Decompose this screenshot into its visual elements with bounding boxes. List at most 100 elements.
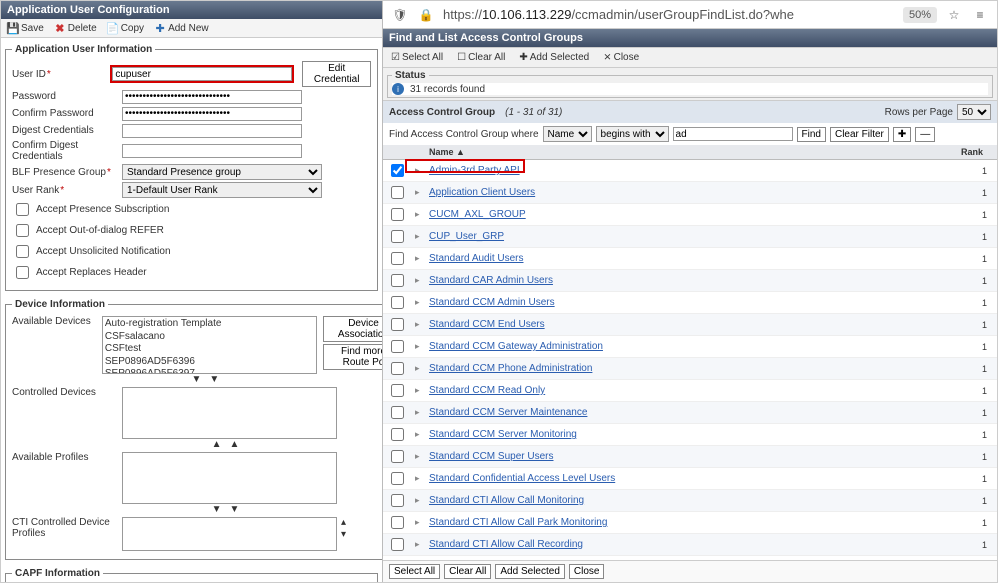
cti-profiles-list[interactable] <box>122 517 337 551</box>
row-checkbox[interactable] <box>391 252 404 265</box>
available-device-item[interactable]: Auto-registration Template <box>105 318 314 331</box>
group-link[interactable]: Standard CCM Read Only <box>429 385 545 396</box>
table-row[interactable]: ▸Standard CCM Super Users1 <box>383 446 997 468</box>
close-button[interactable]: ⨯ Close <box>601 51 641 64</box>
row-checkbox[interactable] <box>391 428 404 441</box>
addselected-button[interactable]: ✚ Add Selected <box>517 51 591 64</box>
table-row[interactable]: ▸Standard CCM Admin Users1 <box>383 292 997 314</box>
table-row[interactable]: ▸Standard CTI Allow Call Monitoring1 <box>383 490 997 512</box>
bookmark-star-icon[interactable]: ☆ <box>945 6 963 24</box>
group-link[interactable]: Standard Audit Users <box>429 253 524 264</box>
edit-credential-button[interactable]: Edit Credential <box>302 61 371 87</box>
table-row[interactable]: ▸Standard CCM Gateway Administration1 <box>383 336 997 358</box>
zoom-badge[interactable]: 50% <box>903 7 937 23</box>
expand-icon[interactable]: ▸ <box>411 160 425 182</box>
row-checkbox[interactable] <box>391 296 404 309</box>
expand-icon[interactable]: ▸ <box>411 468 425 490</box>
row-checkbox[interactable] <box>391 472 404 485</box>
group-link[interactable]: CUCM_AXL_GROUP <box>429 209 526 220</box>
expand-icon[interactable]: ▸ <box>411 358 425 380</box>
find-button[interactable]: Find <box>797 127 826 142</box>
table-row[interactable]: ▸Standard CCM Phone Administration1 <box>383 358 997 380</box>
group-link[interactable]: Application Client Users <box>429 187 535 198</box>
shield-icon[interactable]: 🛡 <box>391 6 409 24</box>
clear-filter-button[interactable]: Clear Filter <box>830 127 889 142</box>
row-checkbox[interactable] <box>391 494 404 507</box>
address-url[interactable]: https://10.106.113.229/ccmadmin/userGrou… <box>443 7 895 22</box>
expand-icon[interactable]: ▸ <box>411 182 425 204</box>
table-row[interactable]: ▸Standard CCM End Users1 <box>383 314 997 336</box>
col-name[interactable]: Name ▲ <box>425 145 957 160</box>
group-link[interactable]: Standard CAR Admin Users <box>429 275 553 286</box>
blf-select[interactable]: Standard Presence group <box>122 164 322 180</box>
expand-icon[interactable]: ▸ <box>411 534 425 556</box>
available-device-item[interactable]: CSFtest <box>105 343 314 356</box>
table-row[interactable]: ▸Standard Audit Users1 <box>383 248 997 270</box>
group-link[interactable]: Standard CCM Phone Administration <box>429 363 592 374</box>
group-link[interactable]: Standard CTI Allow Call Park Monitoring <box>429 517 607 528</box>
table-row[interactable]: ▸Standard CAR Admin Users1 <box>383 270 997 292</box>
group-link[interactable]: Standard CTI Allow Call Monitoring <box>429 495 584 506</box>
find-route-button[interactable]: Find more Route Po <box>323 344 382 370</box>
row-checkbox[interactable] <box>391 274 404 287</box>
row-checkbox[interactable] <box>391 406 404 419</box>
filter-field-select[interactable]: Name <box>543 126 592 142</box>
table-row[interactable]: ▸Standard CTI Allow Call Park Monitoring… <box>383 512 997 534</box>
selectall-button[interactable]: ☑ Select All <box>389 51 445 64</box>
device-association-button[interactable]: Device Association <box>323 316 382 342</box>
digest-input[interactable] <box>122 124 302 138</box>
footer-clearall-button[interactable]: Clear All <box>444 564 491 579</box>
available-profiles-list[interactable] <box>122 452 337 504</box>
table-row[interactable]: ▸Standard CCM Server Maintenance1 <box>383 402 997 424</box>
row-checkbox[interactable] <box>391 450 404 463</box>
group-link[interactable]: Admin-3rd Party API <box>429 165 520 176</box>
replaces-checkbox[interactable] <box>16 266 29 279</box>
remove-filter-button[interactable]: — <box>915 127 935 142</box>
expand-icon[interactable]: ▸ <box>411 490 425 512</box>
row-checkbox[interactable] <box>391 362 404 375</box>
filter-operator-select[interactable]: begins with <box>596 126 669 142</box>
expand-icon[interactable]: ▸ <box>411 380 425 402</box>
rank-select[interactable]: 1-Default User Rank <box>122 182 322 198</box>
group-link[interactable]: Standard CCM Server Monitoring <box>429 429 577 440</box>
expand-icon[interactable]: ▸ <box>411 226 425 248</box>
confirm-digest-input[interactable] <box>122 144 302 158</box>
unsolicited-checkbox[interactable] <box>16 245 29 258</box>
group-link[interactable]: Standard Confidential Access Level Users <box>429 473 615 484</box>
move-arrows[interactable]: ▼▼ <box>102 374 317 385</box>
table-row[interactable]: ▸Admin-3rd Party API1 <box>383 160 997 182</box>
row-checkbox[interactable] <box>391 230 404 243</box>
row-checkbox[interactable] <box>391 318 404 331</box>
table-row[interactable]: ▸Standard CTI Allow Calling Number Modif… <box>383 556 997 561</box>
table-row[interactable]: ▸Standard CTI Allow Call Recording1 <box>383 534 997 556</box>
expand-icon[interactable]: ▸ <box>411 314 425 336</box>
available-device-item[interactable]: CSFsalacano <box>105 331 314 344</box>
available-devices-list[interactable]: Auto-registration TemplateCSFsalacanoCSF… <box>102 316 317 374</box>
expand-icon[interactable]: ▸ <box>411 336 425 358</box>
row-checkbox[interactable] <box>391 516 404 529</box>
group-link[interactable]: CUP_User_GRP <box>429 231 504 242</box>
lock-icon[interactable]: 🔒 <box>417 6 435 24</box>
footer-selectall-button[interactable]: Select All <box>389 564 440 579</box>
addnew-button[interactable]: ✚Add New <box>152 21 211 35</box>
up-icon[interactable]: ▴ <box>341 517 346 528</box>
table-row[interactable]: ▸ Standard Confidential Access Level User… <box>383 468 997 490</box>
row-checkbox[interactable] <box>391 340 404 353</box>
filter-value-input[interactable] <box>673 127 793 141</box>
expand-icon[interactable]: ▸ <box>411 424 425 446</box>
save-button[interactable]: 💾Save <box>5 21 46 35</box>
expand-icon[interactable]: ▸ <box>411 446 425 468</box>
available-device-item[interactable]: SEP0896AD5F6396 <box>105 356 314 369</box>
expand-icon[interactable]: ▸ <box>411 248 425 270</box>
footer-close-button[interactable]: Close <box>569 564 605 579</box>
password-input[interactable] <box>122 90 302 104</box>
row-checkbox[interactable] <box>391 538 404 551</box>
copy-button[interactable]: 📄Copy <box>105 21 146 35</box>
row-checkbox[interactable] <box>391 208 404 221</box>
expand-icon[interactable]: ▸ <box>411 270 425 292</box>
accept-presence-checkbox[interactable] <box>16 203 29 216</box>
group-link[interactable]: Standard CTI Allow Call Recording <box>429 539 583 550</box>
group-link[interactable]: Standard CCM Admin Users <box>429 297 555 308</box>
col-rank[interactable]: Rank <box>957 145 997 160</box>
row-checkbox[interactable] <box>391 384 404 397</box>
